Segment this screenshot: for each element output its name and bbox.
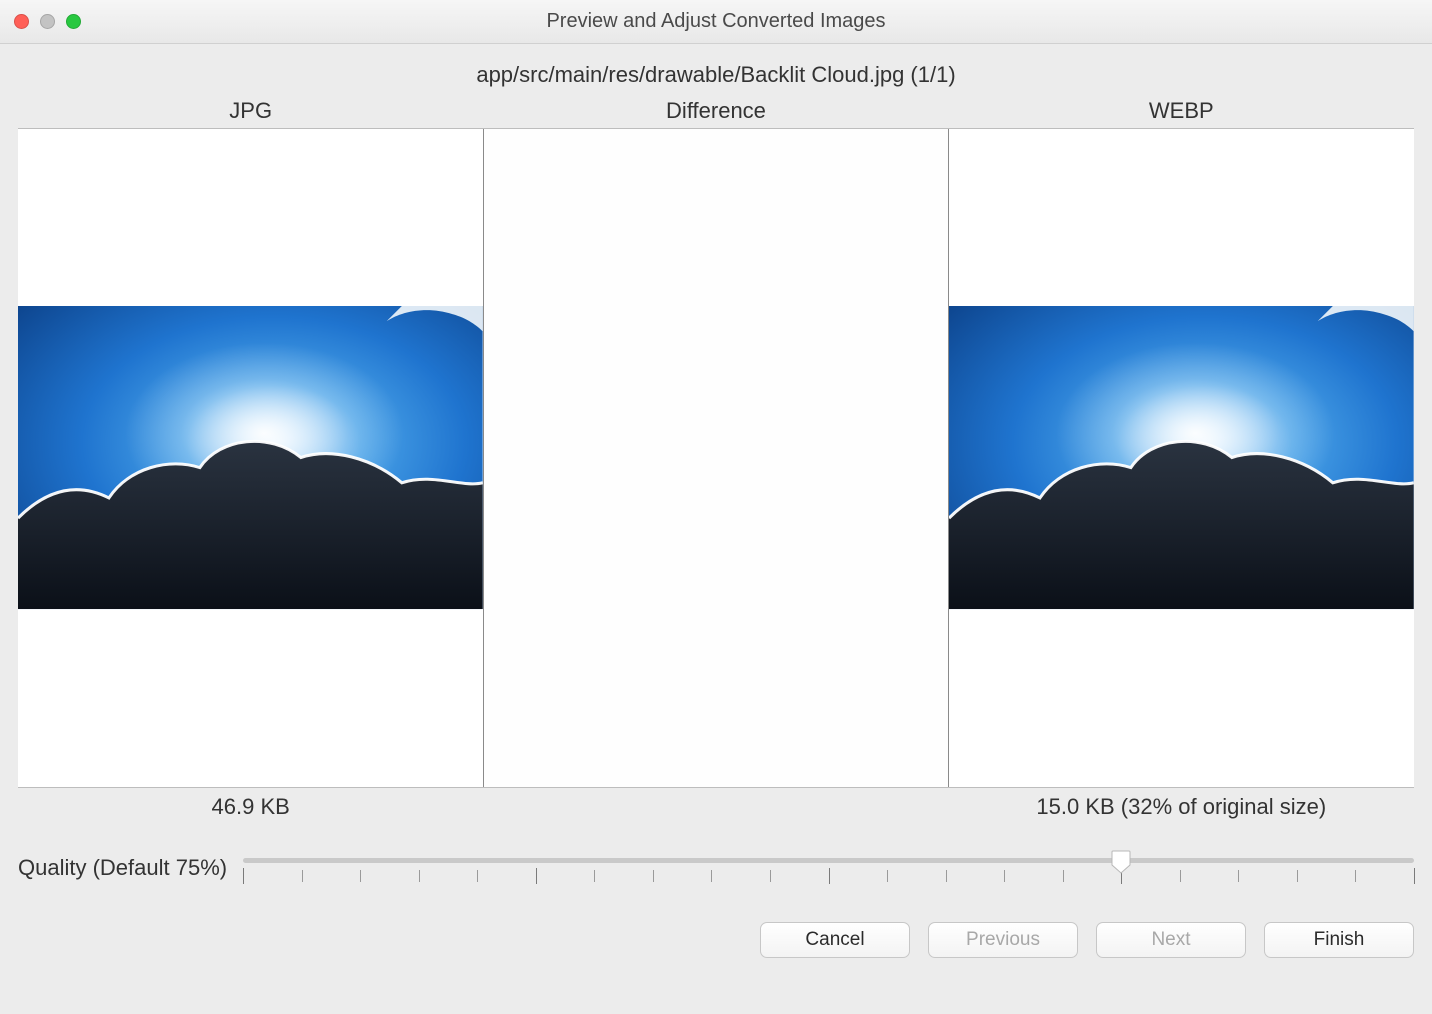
size-middle-spacer: [483, 794, 948, 820]
file-path: app/src/main/res/drawable/Backlit Cloud.…: [18, 62, 1414, 88]
close-icon[interactable]: [14, 14, 29, 29]
dialog-window: Preview and Adjust Converted Images app/…: [0, 0, 1432, 1014]
dialog-buttons: Cancel Previous Next Finish: [18, 922, 1414, 958]
preview-column-headers: JPG Difference WEBP: [18, 98, 1414, 128]
slider-thumb[interactable]: [1111, 850, 1131, 874]
slider-track: [243, 858, 1414, 863]
cloud-image: [18, 306, 483, 609]
quality-slider[interactable]: [243, 848, 1414, 888]
quality-label: Quality (Default 75%): [18, 855, 227, 881]
previous-button[interactable]: Previous: [928, 922, 1078, 958]
difference-image: [484, 129, 949, 787]
column-header-jpg: JPG: [18, 98, 483, 128]
cancel-button[interactable]: Cancel: [760, 922, 910, 958]
converted-size: 15.0 KB (32% of original size): [949, 794, 1414, 820]
preview-panes: [18, 128, 1414, 788]
slider-ticks: [243, 868, 1414, 884]
preview-original: [18, 129, 483, 787]
dialog-content: app/src/main/res/drawable/Backlit Cloud.…: [0, 44, 1432, 1014]
quality-row: Quality (Default 75%): [18, 848, 1414, 888]
column-header-difference: Difference: [483, 98, 948, 128]
column-header-webp: WEBP: [949, 98, 1414, 128]
preview-difference: [483, 129, 949, 787]
minimize-icon[interactable]: [40, 14, 55, 29]
size-info-row: 46.9 KB 15.0 KB (32% of original size): [18, 794, 1414, 820]
window-title: Preview and Adjust Converted Images: [0, 10, 1432, 33]
cloud-image: [949, 306, 1414, 609]
next-button[interactable]: Next: [1096, 922, 1246, 958]
zoom-icon[interactable]: [66, 14, 81, 29]
finish-button[interactable]: Finish: [1264, 922, 1414, 958]
titlebar: Preview and Adjust Converted Images: [0, 0, 1432, 44]
preview-converted: [948, 129, 1414, 787]
original-size: 46.9 KB: [18, 794, 483, 820]
window-controls: [0, 14, 81, 29]
